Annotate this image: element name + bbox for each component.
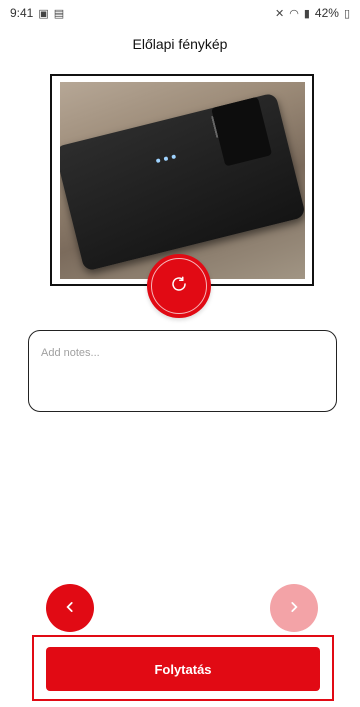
chevron-left-icon	[63, 598, 77, 619]
continue-button[interactable]: Folytatás	[46, 647, 320, 691]
device-connector	[211, 96, 273, 167]
captured-photo	[60, 82, 305, 279]
previous-button[interactable]	[46, 584, 94, 632]
notification-icon: ▤	[53, 7, 65, 20]
battery-icon: ▯	[343, 7, 350, 20]
status-time: 9:41	[10, 6, 34, 20]
refresh-icon	[170, 275, 188, 298]
wifi-icon: ◠	[289, 7, 299, 20]
gallery-icon: ▣	[38, 7, 49, 20]
status-bar: 9:41 ▣ ▤ ✕ ◠ ▮ 42% ▯	[0, 0, 360, 26]
notes-input[interactable]	[28, 330, 337, 412]
chevron-right-icon	[287, 598, 301, 619]
retake-photo-button[interactable]	[147, 254, 211, 318]
device-led-indicator	[155, 158, 161, 164]
mute-icon: ✕	[275, 7, 285, 20]
device-image	[60, 92, 305, 272]
battery-percent: 42%	[314, 6, 339, 20]
next-button[interactable]	[270, 584, 318, 632]
signal-icon: ▮	[303, 7, 310, 20]
page-title: Előlapi fénykép	[132, 36, 228, 52]
continue-highlight-frame: Folytatás	[32, 635, 334, 701]
